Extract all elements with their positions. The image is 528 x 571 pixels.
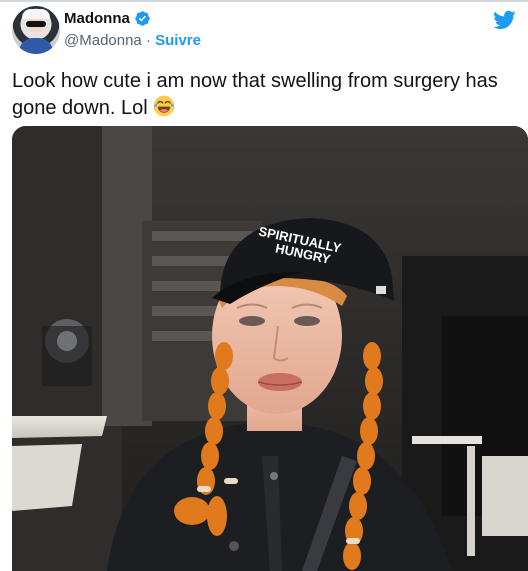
tweet-header: Madonna @Madonna · Suivre <box>12 6 518 54</box>
verified-badge-icon <box>135 11 150 26</box>
separator: · <box>145 32 151 49</box>
tweet-body: Look how cute i am now that swelling fro… <box>12 70 498 119</box>
author-name[interactable]: Madonna <box>64 10 130 27</box>
photo-illustration: SPIRITUALLY HUNGRY <box>12 126 528 571</box>
author-handle-row: @Madonna · Suivre <box>64 32 201 49</box>
author-name-row: Madonna <box>64 10 151 27</box>
avatar-sunglasses <box>26 21 46 27</box>
avatar-hat <box>22 9 50 19</box>
tweet-text: Look how cute i am now that swelling fro… <box>12 68 512 122</box>
author-handle[interactable]: @Madonna <box>64 32 142 49</box>
top-divider <box>0 0 528 2</box>
follow-button[interactable]: Suivre <box>155 32 201 49</box>
twitter-bird-icon[interactable] <box>492 8 516 32</box>
avatar[interactable] <box>12 6 60 54</box>
cap-side-mark <box>376 286 386 294</box>
tweet-photo[interactable]: SPIRITUALLY HUNGRY <box>12 126 528 571</box>
avatar-body <box>19 38 53 54</box>
laughing-tears-emoji-icon <box>153 95 175 117</box>
